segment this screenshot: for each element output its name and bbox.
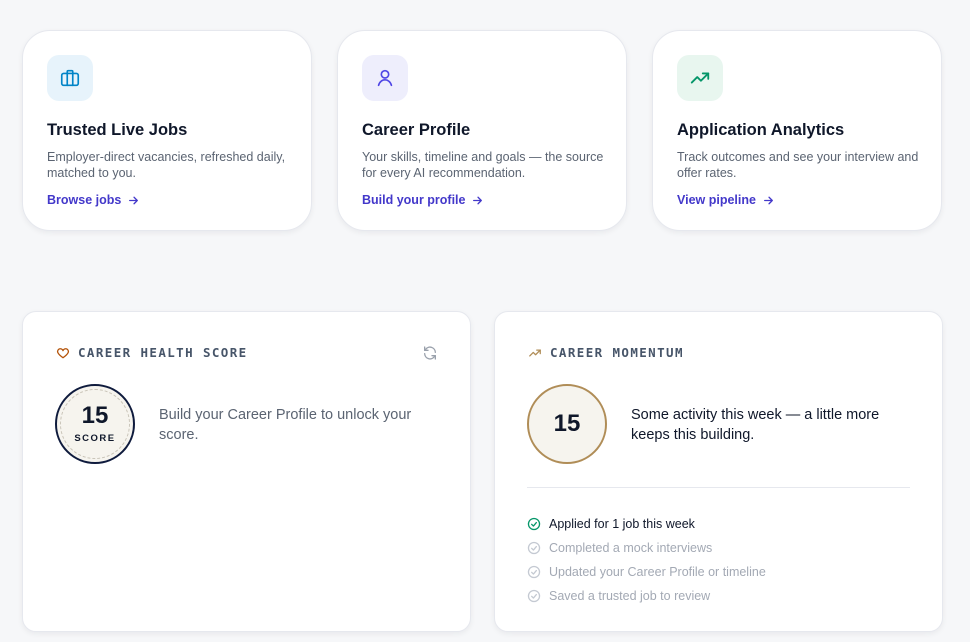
checklist-item-text: Applied for 1 job this week bbox=[549, 517, 695, 531]
feature-description: Track outcomes and see your interview an… bbox=[677, 150, 919, 180]
browse-jobs-link[interactable]: Browse jobs bbox=[47, 193, 140, 207]
check-circle-icon bbox=[527, 517, 541, 531]
arrow-right-icon bbox=[764, 196, 773, 204]
user-icon-box bbox=[362, 55, 408, 101]
divider bbox=[527, 487, 910, 488]
health-score-value: 15 bbox=[81, 402, 109, 429]
momentum-message: Some activity this week — a little more … bbox=[631, 407, 880, 443]
checklist-item: Completed a mock interviews bbox=[527, 536, 766, 560]
momentum-score-value: 15 bbox=[553, 410, 581, 437]
build-profile-link[interactable]: Build your profile bbox=[362, 193, 484, 207]
check-circle-icon bbox=[527, 589, 541, 603]
feature-card-application-analytics: Application Analytics Track outcomes and… bbox=[652, 30, 942, 231]
feature-card-career-profile: Career Profile Your skills, timeline and… bbox=[337, 30, 627, 231]
checklist-item: Applied for 1 job this week bbox=[527, 512, 766, 536]
checklist-item-text: Saved a trusted job to review bbox=[549, 589, 711, 603]
arrow-right-icon bbox=[473, 196, 483, 204]
health-score-ring: 15 SCORE bbox=[55, 384, 135, 464]
arrow-right-icon bbox=[129, 196, 139, 204]
check-circle-icon bbox=[527, 565, 541, 579]
panel-title: CAREER MOMENTUM bbox=[550, 345, 684, 360]
feature-description: Your skills, timeline and goals — the so… bbox=[362, 150, 604, 180]
feature-title: Trusted Live Jobs bbox=[47, 121, 188, 139]
checklist-item-text: Completed a mock interviews bbox=[549, 541, 713, 555]
momentum-score-ring: 15 bbox=[527, 384, 607, 464]
feature-card-live-jobs: Trusted Live Jobs Employer-direct vacanc… bbox=[22, 30, 312, 231]
health-score-label: SCORE bbox=[74, 433, 116, 444]
feature-description: Employer-direct vacancies, refreshed dai… bbox=[47, 150, 286, 180]
feature-title: Application Analytics bbox=[677, 121, 845, 139]
refresh-icon[interactable] bbox=[422, 345, 438, 361]
link-label: Browse jobs bbox=[47, 193, 122, 207]
health-message: Build your Career Profile to unlock your… bbox=[159, 407, 412, 443]
panel-title: CAREER HEALTH SCORE bbox=[78, 345, 248, 360]
checklist-item: Saved a trusted job to review bbox=[527, 584, 766, 608]
score-inner-ring: 15 SCORE bbox=[60, 389, 130, 459]
link-label: View pipeline bbox=[677, 193, 756, 207]
link-label: Build your profile bbox=[362, 193, 466, 207]
user-icon bbox=[377, 69, 393, 87]
trending-up-icon bbox=[690, 72, 710, 84]
checklist-item: Updated your Career Profile or timeline bbox=[527, 560, 766, 584]
checklist-item-text: Updated your Career Profile or timeline bbox=[549, 565, 766, 579]
view-pipeline-link[interactable]: View pipeline bbox=[677, 193, 775, 207]
briefcase-icon bbox=[60, 69, 80, 87]
trending-up-icon-box bbox=[677, 55, 723, 101]
panel-header: CAREER MOMENTUM bbox=[528, 345, 684, 360]
briefcase-icon-box bbox=[47, 55, 93, 101]
career-momentum-panel: CAREER MOMENTUM 15 Some activity this we… bbox=[494, 311, 943, 632]
check-circle-icon bbox=[527, 541, 541, 555]
momentum-checklist: Applied for 1 job this week Completed a … bbox=[527, 512, 766, 608]
heart-icon bbox=[56, 347, 70, 358]
career-health-score-panel: CAREER HEALTH SCORE 15 SCORE Build your … bbox=[22, 311, 471, 632]
feature-title: Career Profile bbox=[362, 121, 471, 139]
panel-header: CAREER HEALTH SCORE bbox=[56, 345, 248, 360]
trending-up-icon bbox=[529, 348, 541, 357]
